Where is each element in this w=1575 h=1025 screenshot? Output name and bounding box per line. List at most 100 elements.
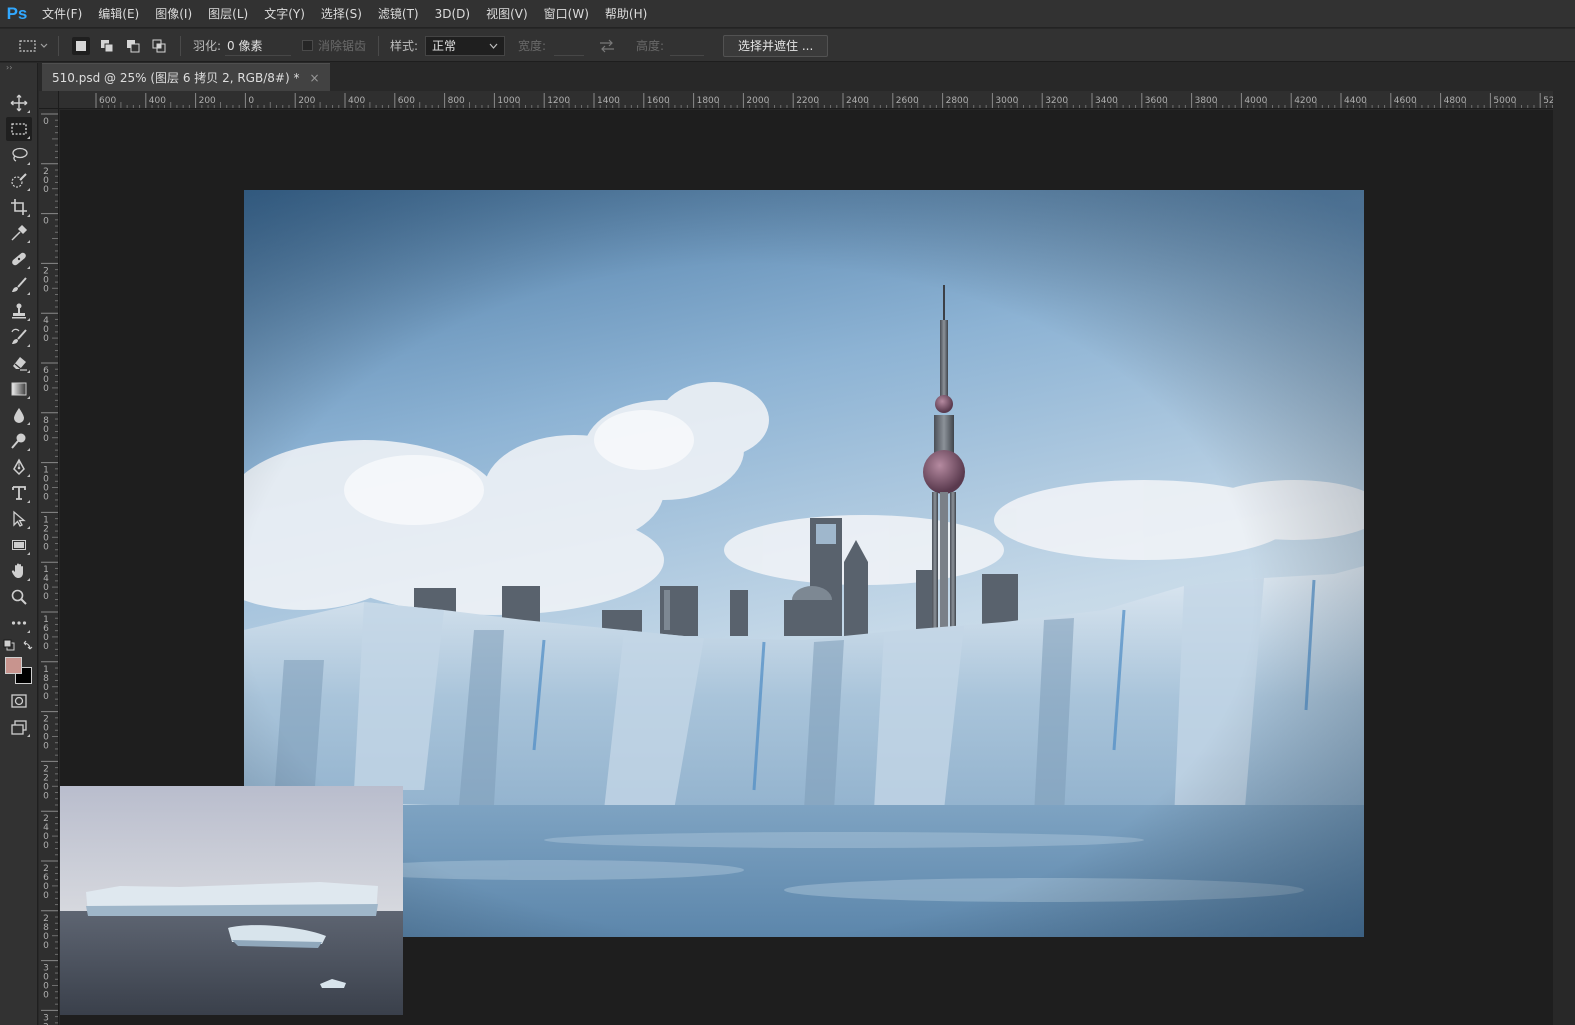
tools-panel: ›› bbox=[0, 63, 38, 1025]
blur-tool[interactable] bbox=[6, 403, 32, 427]
menu-image[interactable]: 图像(I) bbox=[147, 0, 200, 28]
ruler-label: 2600 bbox=[896, 96, 919, 106]
quick-mask-toggle[interactable] bbox=[6, 689, 32, 713]
ruler-label: 4800 bbox=[1444, 96, 1467, 106]
quick-selection-icon bbox=[11, 173, 27, 188]
ruler-label: 1200 bbox=[43, 515, 49, 552]
ruler-label: 5000 bbox=[1493, 96, 1516, 106]
ruler-label: 3000 bbox=[995, 96, 1018, 106]
lasso-tool[interactable] bbox=[6, 143, 32, 167]
ruler-label: 4400 bbox=[1344, 96, 1367, 106]
lasso-icon bbox=[12, 147, 28, 162]
type-tool[interactable] bbox=[6, 481, 32, 505]
close-icon[interactable]: × bbox=[309, 71, 319, 85]
brush-tool[interactable] bbox=[6, 273, 32, 297]
select-and-mask-button[interactable]: 选择并遮住 ... bbox=[723, 34, 829, 57]
history-brush-tool[interactable] bbox=[6, 325, 32, 349]
tool-preset-picker[interactable] bbox=[18, 29, 48, 62]
gradient-icon bbox=[11, 382, 27, 396]
eyedropper-tool[interactable] bbox=[6, 221, 32, 245]
brush-icon bbox=[12, 277, 27, 292]
crop-tool[interactable] bbox=[6, 195, 32, 219]
ruler-label: 2400 bbox=[846, 96, 869, 106]
edit-toolbar[interactable] bbox=[6, 611, 32, 635]
ruler-label: 3000 bbox=[43, 964, 49, 1001]
subtract-selection-icon bbox=[127, 39, 140, 52]
ruler-label: 2600 bbox=[43, 864, 49, 901]
horizontal-ruler[interactable]: 600 400 200 0 200 400 600 800 1000 1200 1400 1600 18… bbox=[59, 91, 1553, 109]
menu-filter[interactable]: 滤镜(T) bbox=[370, 0, 427, 28]
ruler-label: 1000 bbox=[497, 96, 520, 106]
ruler-label: 2000 bbox=[43, 715, 49, 752]
vertical-ruler[interactable]: 0200020040060080010001200140016001800200… bbox=[39, 109, 59, 1025]
subtract-from-selection-button[interactable] bbox=[124, 37, 142, 55]
ruler-label: 4200 bbox=[1294, 96, 1317, 106]
ruler-label: 1800 bbox=[697, 96, 720, 106]
ruler-label: 52 bbox=[1543, 96, 1553, 106]
antialias-checkbox[interactable] bbox=[302, 40, 313, 51]
menu-select[interactable]: 选择(S) bbox=[313, 0, 370, 28]
menu-layer[interactable]: 图层(L) bbox=[200, 0, 256, 28]
ruler-origin[interactable] bbox=[39, 91, 59, 109]
default-colors-icon[interactable] bbox=[3, 639, 15, 651]
move-tool[interactable] bbox=[6, 91, 32, 115]
height-input[interactable] bbox=[670, 35, 704, 56]
move-icon bbox=[10, 94, 28, 112]
ruler-label: 3800 bbox=[1195, 96, 1218, 106]
ruler-label: 3200 bbox=[1045, 96, 1068, 106]
iceberg-reference-photo bbox=[60, 786, 403, 1015]
screen-mode-button[interactable] bbox=[6, 715, 32, 739]
style-label: 样式: bbox=[390, 39, 419, 53]
quick-selection-tool[interactable] bbox=[6, 169, 32, 193]
canvas-workspace[interactable] bbox=[60, 110, 1553, 1025]
ruler-label: 200 bbox=[199, 96, 216, 106]
ruler-label: 2200 bbox=[796, 96, 819, 106]
ruler-label: 4600 bbox=[1394, 96, 1417, 106]
zoom-icon bbox=[11, 589, 27, 605]
clone-stamp-tool[interactable] bbox=[6, 299, 32, 323]
menu-help[interactable]: 帮助(H) bbox=[597, 0, 655, 28]
path-selection-tool[interactable] bbox=[6, 507, 32, 531]
hand-tool[interactable] bbox=[6, 559, 32, 583]
new-selection-button[interactable] bbox=[72, 36, 90, 55]
gradient-tool[interactable] bbox=[6, 377, 32, 401]
antialias-label: 消除锯齿 bbox=[318, 39, 367, 53]
swap-dimensions-icon[interactable] bbox=[598, 39, 616, 53]
menu-file[interactable]: 文件(F) bbox=[34, 0, 90, 28]
dodge-tool[interactable] bbox=[6, 429, 32, 453]
document-tab[interactable]: 510.psd @ 25% (图层 6 拷贝 2, RGB/8#) * × bbox=[42, 63, 330, 91]
ruler-label: 1400 bbox=[597, 96, 620, 106]
swap-colors-icon[interactable] bbox=[22, 639, 34, 651]
eraser-icon bbox=[13, 357, 27, 371]
healing-brush-tool[interactable] bbox=[6, 247, 32, 271]
options-bar: 羽化: 消除锯齿 样式: 正常 宽度: 高度: 选择并遮住 ... bbox=[0, 29, 1575, 62]
add-selection-icon bbox=[101, 39, 114, 52]
zoom-tool[interactable] bbox=[6, 585, 32, 609]
pen-tool[interactable] bbox=[6, 455, 32, 479]
intersect-selection-button[interactable] bbox=[150, 37, 168, 55]
width-input[interactable] bbox=[554, 35, 584, 56]
feather-label: 羽化: bbox=[193, 39, 222, 53]
menu-view[interactable]: 视图(V) bbox=[478, 0, 536, 28]
rectangular-marquee-tool[interactable] bbox=[6, 117, 32, 141]
ruler-label: 2200 bbox=[43, 764, 49, 801]
ruler-label: 1000 bbox=[43, 466, 49, 503]
menu-window[interactable]: 窗口(W) bbox=[536, 0, 597, 28]
menu-edit[interactable]: 编辑(E) bbox=[90, 0, 147, 28]
menu-type[interactable]: 文字(Y) bbox=[256, 0, 313, 28]
new-selection-icon bbox=[76, 40, 86, 51]
rectangle-tool[interactable] bbox=[6, 533, 32, 557]
height-label: 高度: bbox=[636, 39, 665, 53]
ruler-label: 1600 bbox=[43, 615, 49, 652]
menu-3d[interactable]: 3D(D) bbox=[427, 0, 478, 28]
reference-image[interactable] bbox=[60, 786, 403, 1015]
eraser-tool[interactable] bbox=[6, 351, 32, 375]
document-canvas[interactable] bbox=[244, 190, 1364, 937]
foreground-color-swatch[interactable] bbox=[5, 657, 22, 674]
style-select[interactable]: 正常 bbox=[425, 35, 505, 56]
feather-input[interactable] bbox=[225, 35, 291, 56]
panel-collapse-icon[interactable]: ›› bbox=[0, 63, 37, 73]
ruler-label: 200 bbox=[298, 96, 315, 106]
ruler-label: 3200 bbox=[43, 1013, 49, 1025]
add-to-selection-button[interactable] bbox=[98, 37, 116, 55]
